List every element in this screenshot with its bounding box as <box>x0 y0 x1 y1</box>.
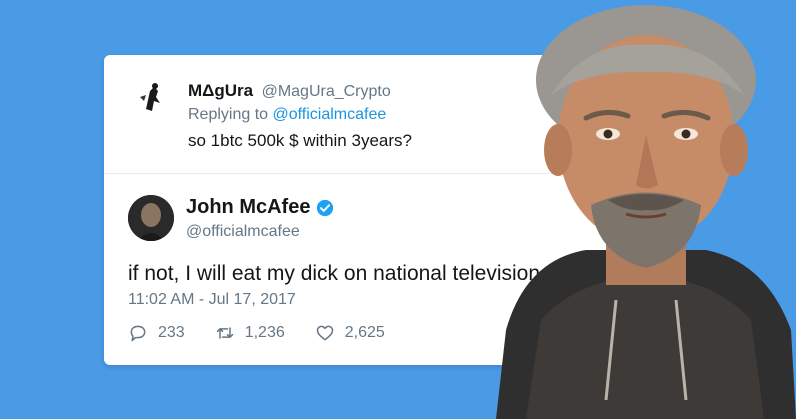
reply-author[interactable]: MΔgUra @MagUra_Crypto <box>188 81 391 101</box>
like-count: 2,625 <box>344 324 385 341</box>
tweet-text: if not, I will eat my dick on national t… <box>128 262 546 285</box>
retweet-action[interactable]: 1,236 <box>215 323 285 343</box>
reply-avatar[interactable] <box>132 79 172 119</box>
like-action[interactable]: 2,625 <box>315 323 385 343</box>
main-author[interactable]: John McAfee <box>186 196 334 219</box>
main-display-name[interactable]: John McAfee <box>186 196 310 219</box>
replying-to-link[interactable]: @officialmcafee <box>273 106 387 123</box>
replying-to-line: Replying to @officialmcafee <box>188 106 386 124</box>
reply-username[interactable]: @MagUra_Crypto <box>262 83 391 100</box>
main-username[interactable]: @officialmcafee <box>186 223 300 241</box>
reply-display-name[interactable]: MΔgUra <box>188 81 253 100</box>
reply-count: 233 <box>158 324 185 341</box>
replying-prefix: Replying to <box>188 106 269 123</box>
reply-text: so 1btc 500k $ within 3years? <box>188 131 412 150</box>
tweet-timestamp[interactable]: 11:02 AM - Jul 17, 2017 <box>128 291 296 309</box>
retweet-icon <box>216 327 233 339</box>
retweet-count: 1,236 <box>244 324 285 341</box>
verified-badge-icon <box>317 199 334 216</box>
portrait-photo <box>496 5 796 419</box>
reply-action[interactable]: 233 <box>128 323 185 343</box>
tweet-actions: 233 1,236 2,625 <box>128 323 415 343</box>
main-avatar[interactable] <box>128 195 174 241</box>
heart-icon <box>316 325 333 341</box>
comment-icon <box>130 325 146 342</box>
